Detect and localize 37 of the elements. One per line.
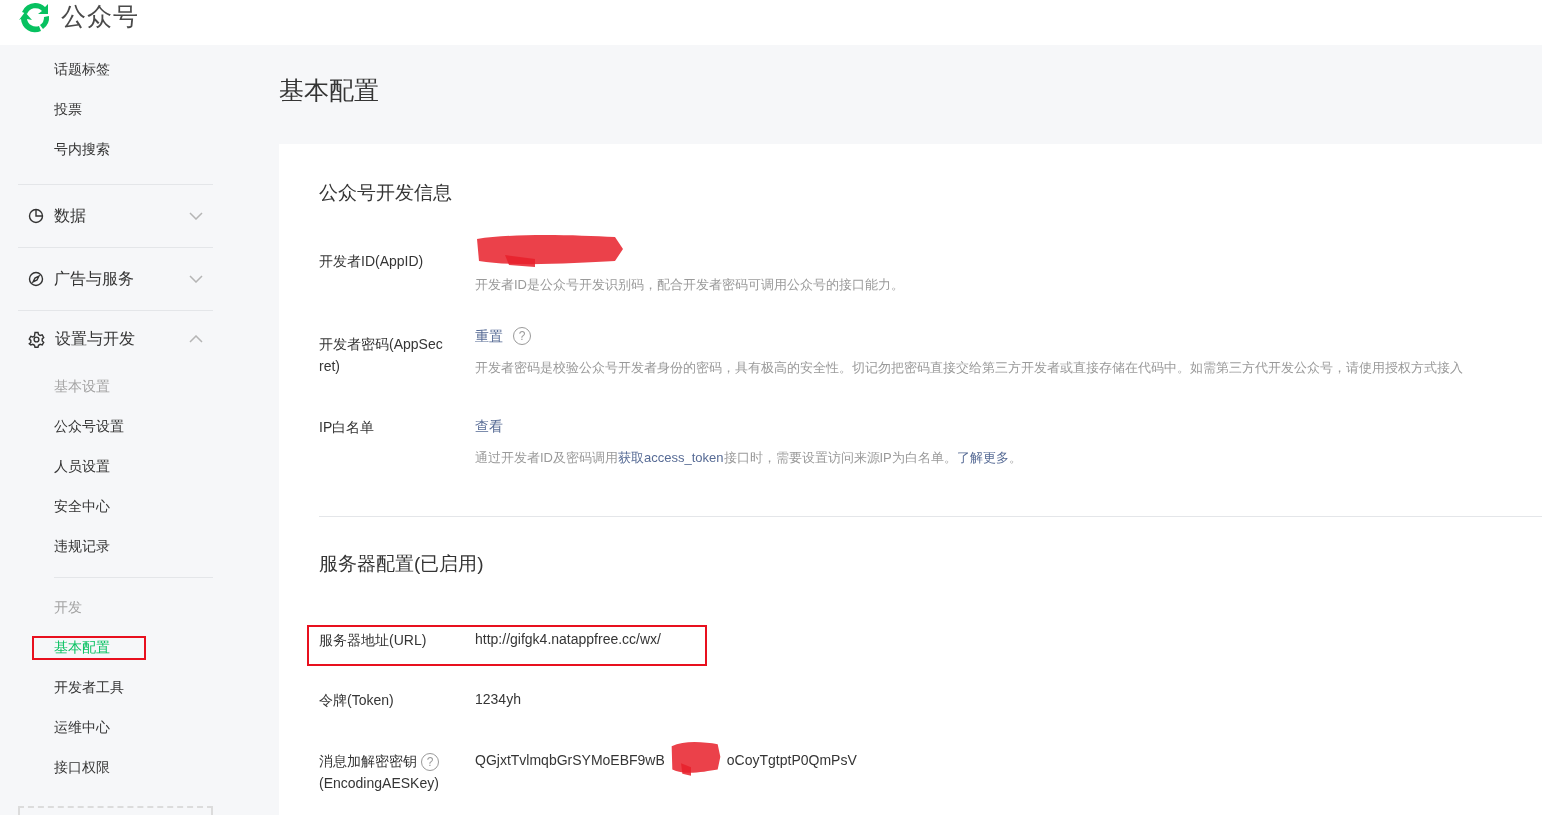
sidebar-item[interactable]: 人员设置 [18,447,213,487]
sidebar-item[interactable]: 号内搜索 [18,130,213,170]
sidebar-item[interactable]: 公众号设置 [18,407,213,447]
sidebar-item[interactable]: 投票 [18,90,213,130]
field-description: 开发者密码是校验公众号开发者身份的密码，具有极高的安全性。切记勿把密码直接交给第三方开发者或直接存储在代码中。如需第三方代开发公众号，请使用授权方式接入 [475,359,1464,377]
field-value: oCoyTgtptP0QmPsV [726,751,857,770]
section-title: 服务器配置(已启用) [319,552,485,576]
sidebar-item[interactable]: 接口权限 [18,748,213,788]
field-label: 服务器地址(URL) [319,632,427,648]
sidebar-group[interactable]: 广告与服务 [18,247,213,310]
sidebar-item[interactable]: 违规记录 [18,527,213,567]
sidebar-group[interactable]: 设置与开发 [18,310,213,367]
field-label: 开发者ID(AppID) [319,253,424,269]
sidebar-heading: 基本设置 [53,378,111,396]
field-label: 消息加解密密钥 [319,753,417,769]
field-value: 1234yh [475,690,521,709]
sidebar-item[interactable]: 安全中心 [18,487,213,527]
site-title: 公众号 [61,1,139,32]
sidebar-item[interactable]: 开发者工具 [18,668,213,708]
sidebar-item[interactable]: 运维中心 [18,708,213,748]
page-title: 基本配置 [279,75,380,106]
field-value: QGjxtTvlmqbGrSYMoEBF9wB [475,751,665,770]
field-description: 开发者ID是公众号开发识别码，配合开发者密码可调用公众号的接口能力。 [475,276,905,294]
field-label: 令牌(Token) [319,692,394,708]
field-label: 开发者密码(AppSecret) [319,336,443,374]
sidebar-heading: 开发 [53,599,83,617]
field-label: IP白名单 [319,419,375,435]
sidebar-group[interactable]: 数据 [18,184,213,247]
section-title: 公众号开发信息 [319,181,453,205]
help-link[interactable]: 了解更多 [956,450,1009,465]
field-label: (EncodingAESKey) [319,775,439,791]
sidebar-item[interactable]: 话题标签 [18,50,213,90]
action-link[interactable]: 查看 [475,416,503,436]
field-value: http://gifgk4.natappfree.cc/wx/ [475,630,661,649]
action-link[interactable]: 重置 [475,326,503,346]
help-link[interactable]: 获取access_token [618,450,724,465]
field-description: 通过开发者ID及密码调用获取access_token接口时，需要设置访问来源IP为白名单。了解更多。 [475,449,1023,467]
